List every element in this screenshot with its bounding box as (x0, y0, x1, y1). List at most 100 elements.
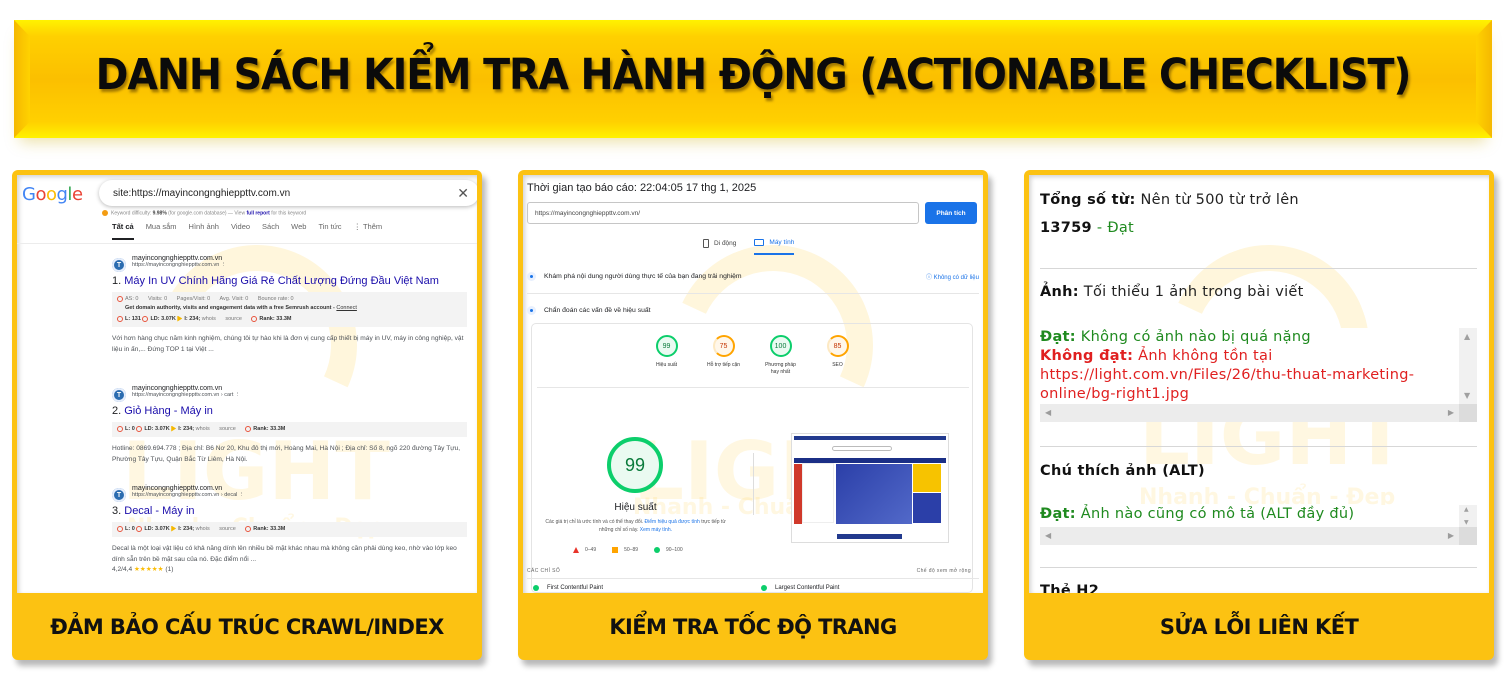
search-result: T mayincongnghieppttv.com.vn https://may… (112, 385, 467, 465)
seo-check-list: Tổng số từ: Nên từ 500 từ trở lên 13759 … (1029, 175, 1489, 593)
metric-lcp: Largest Contentful Paint (761, 585, 839, 591)
source-link[interactable]: source (219, 426, 236, 432)
google-logo[interactable]: Google (22, 184, 83, 205)
divider (527, 293, 979, 294)
clear-search-icon[interactable]: ✕ (457, 185, 469, 202)
scroll-right-icon: ▶ (1447, 408, 1454, 417)
score-best-practices[interactable]: 100 Phương pháp hay nhất (762, 335, 799, 376)
connect-link[interactable]: Connect (336, 305, 357, 311)
source-link[interactable]: source (219, 526, 236, 532)
tab-web[interactable]: Web (291, 222, 306, 240)
panel-page-speed: LIGHT Nhanh - Chuẩn - Đẹp Thời gian tạo … (518, 170, 988, 660)
more-options-icon: ⋮ (220, 262, 227, 268)
pass-circle-icon (761, 585, 767, 591)
tab-shopping[interactable]: Mua sắm (146, 222, 177, 240)
scroll-up-icon: ▲ (1464, 332, 1471, 341)
image-check: Ảnh: Tối thiểu 1 ảnh trong bài viết (1040, 284, 1304, 300)
fail-triangle-icon (573, 547, 579, 553)
site-favicon-icon: T (112, 258, 126, 272)
site-favicon-icon: T (112, 488, 126, 502)
google-serp-screenshot: LIGHT Nhanh - Chuẩn - Đẹp Google site:ht… (17, 175, 477, 593)
tab-books[interactable]: Sách (262, 222, 279, 240)
as-icon (117, 295, 123, 302)
performance-label: Hiệu suất (614, 502, 657, 513)
score-seo[interactable]: 85 SEO (819, 335, 856, 376)
result-snippet: Hotline: 0869.694.778 ; Địa chỉ: B6 Nơ 2… (112, 445, 461, 463)
whois-link[interactable]: whois (202, 316, 216, 322)
laptop-icon (754, 239, 765, 246)
pass-circle-icon (533, 585, 539, 591)
seo-metrics: L: 0 LD: 3.07K I: 234; whois source Rank… (112, 422, 467, 437)
scroll-left-icon: ◀ (1045, 531, 1052, 540)
panel-caption: SỬA LỖI LIÊN KẾT (1159, 614, 1359, 639)
source-link[interactable]: source (225, 316, 242, 322)
more-options-icon: ⋮ (234, 392, 241, 398)
google-search-input[interactable]: site:https://mayincongnghieppttv.com.vn … (99, 180, 477, 206)
word-count-check: Tổng số từ: Nên từ 500 từ trở lên 13759 … (1040, 192, 1299, 236)
full-report-link[interactable]: full report (246, 210, 269, 216)
result-snippet: Decal là một loại vật liệu có khả năng d… (112, 545, 457, 563)
divider (527, 578, 979, 579)
keyword-difficulty-bar: Keyword difficulty: 9.98% (for google.co… (102, 210, 306, 216)
vertical-scrollbar[interactable]: ▲ ▼ (1459, 328, 1477, 404)
score-calc-link[interactable]: Điểm hiệu quả được tính (645, 519, 700, 525)
tabs-divider (17, 243, 477, 244)
result-rating: 4,2/4,4 ★★★★★ (1) (112, 566, 174, 573)
field-data-row[interactable]: Khám phá nội dung người dùng thực tế của… (527, 272, 979, 281)
tab-mobile[interactable]: Di động (703, 239, 736, 255)
pass-circle-icon (654, 547, 661, 553)
result-url: https://mayincongnghieppttv.com.vn ⋮ (132, 262, 227, 268)
result-snippet: Với hơn hàng chục năm kinh nghiệm, chúng… (112, 335, 464, 353)
analyze-button[interactable]: Phân tích (925, 202, 977, 224)
tab-all[interactable]: Tất cả (112, 222, 134, 240)
result-title-link[interactable]: 3. Decal - Máy in (112, 505, 467, 517)
tab-desktop[interactable]: Máy tính (754, 239, 795, 255)
search-result: T mayincongnghieppttv.com.vn https://may… (112, 255, 467, 355)
tab-images[interactable]: Hình ảnh (189, 222, 219, 240)
whois-link[interactable]: whois (196, 526, 210, 532)
horizontal-scrollbar[interactable]: ◀ ▶ (1040, 404, 1459, 422)
metrics-header: CÁC CHỈ SỐ Chế độ xem mở rộng (527, 568, 971, 574)
tab-video[interactable]: Video (231, 222, 250, 240)
alt-result-box[interactable]: Đạt: Ảnh nào cũng có mô tả (ALT đầy đủ) … (1040, 505, 1477, 545)
score-accessibility[interactable]: 75 Hỗ trợ tiếp cận (705, 335, 742, 376)
horizontal-scrollbar[interactable]: ◀ ▶ (1040, 527, 1459, 545)
tab-more[interactable]: ⋮ Thêm (354, 222, 383, 240)
scroll-left-icon: ◀ (1045, 408, 1052, 417)
search-result: T mayincongnghieppttv.com.vn https://may… (112, 485, 467, 573)
result-title-link[interactable]: 1. Máy In UV Chính Hãng Giá Rẻ Chất Lượn… (112, 275, 467, 287)
metric-fcp: First Contentful Paint (533, 585, 603, 591)
search-tabs: Tất cả Mua sắm Hình ảnh Video Sách Web T… (112, 222, 382, 240)
scrollbar-corner (1459, 404, 1477, 422)
tab-news[interactable]: Tin tức (318, 222, 341, 240)
average-square-icon (612, 547, 619, 553)
page-screenshot-thumbnail (791, 433, 949, 543)
score-performance[interactable]: 99 Hiệu suất (648, 335, 685, 376)
divider (1040, 268, 1477, 269)
result-url: https://mayincongnghieppttv.com.vn › car… (132, 392, 241, 398)
expand-view-toggle[interactable]: Chế độ xem mở rộng (917, 568, 971, 574)
phone-icon (703, 239, 709, 248)
divider (1040, 446, 1477, 447)
result-site[interactable]: T mayincongnghieppttv.com.vn https://may… (112, 485, 467, 502)
url-input[interactable]: https://mayincongnghieppttv.com.vn/ (527, 202, 919, 224)
search-query: site:https://mayincongnghieppttv.com.vn (113, 187, 291, 199)
result-site[interactable]: T mayincongnghieppttv.com.vn https://may… (112, 255, 467, 272)
scrollbar-corner (1459, 527, 1477, 545)
device-tabs: Di động Máy tính (703, 239, 795, 255)
image-result-box[interactable]: Đạt: Không có ảnh nào bị quá nặng Không … (1040, 328, 1477, 422)
whois-link[interactable]: whois (196, 426, 210, 432)
scroll-right-icon: ▶ (1447, 531, 1454, 540)
scroll-up-icon: ▲ (1464, 506, 1469, 513)
score-note: Các giá trị chỉ là ước tính và có thể th… (545, 519, 726, 533)
result-title-link[interactable]: 2. Giỏ Hàng - Máy in (112, 405, 467, 417)
no-data-label: ⓘ Không có dữ liệu (925, 275, 979, 281)
vertical-scrollbar[interactable]: ▲ ▼ (1459, 505, 1477, 527)
calculator-link[interactable]: Xem máy tính. (640, 527, 672, 533)
panel-crawl-index: LIGHT Nhanh - Chuẩn - Đẹp Google site:ht… (12, 170, 482, 660)
result-url: https://mayincongnghieppttv.com.vn › dec… (132, 492, 245, 498)
diagnose-row[interactable]: Chẩn đoán các vấn đề về hiệu suất (527, 306, 979, 315)
result-site[interactable]: T mayincongnghieppttv.com.vn https://may… (112, 385, 467, 402)
divider (753, 453, 754, 515)
h2-check: Thẻ H2 (1040, 583, 1100, 593)
